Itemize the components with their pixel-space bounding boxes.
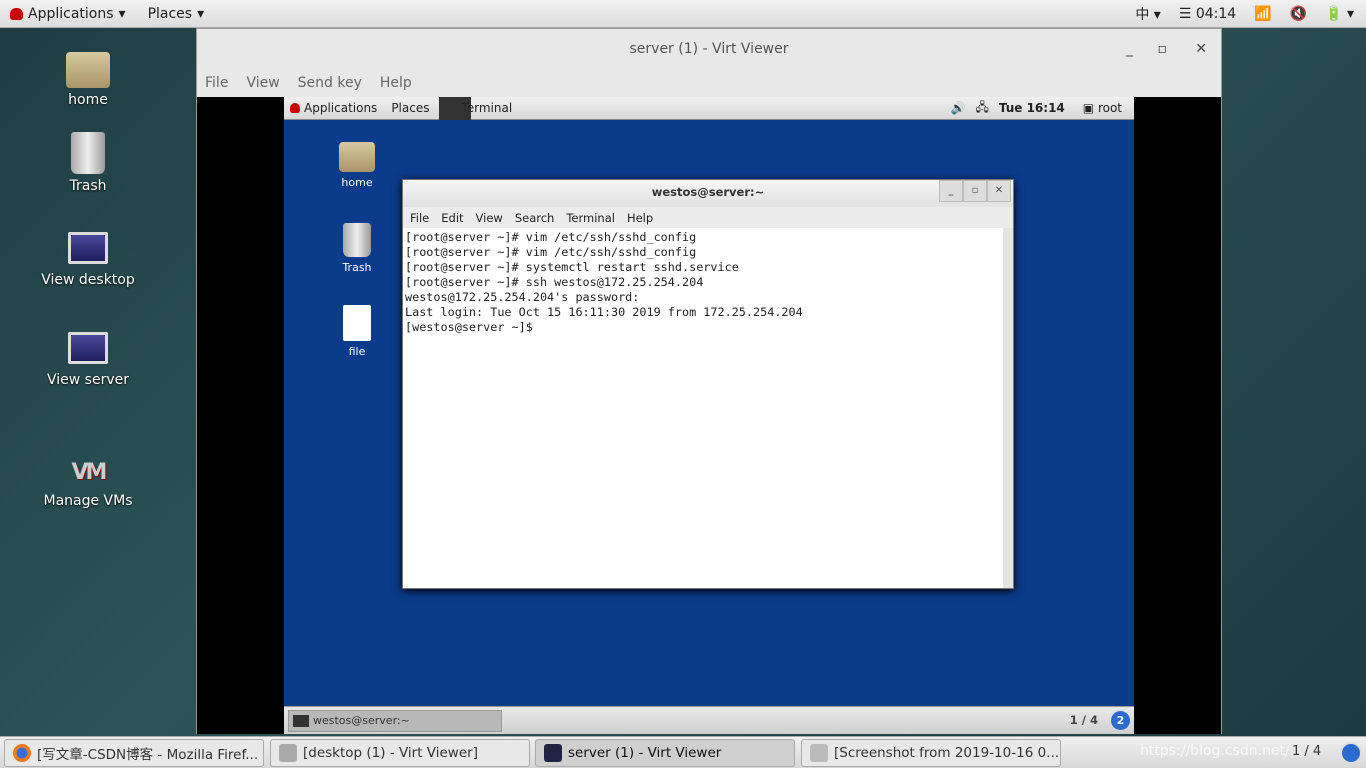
menubar: File View Send key Help (197, 69, 1221, 97)
bottom-taskbar: [写文章-CSDN博客 - Mozilla Firef... [desktop … (0, 736, 1366, 768)
top-panel: Applications ▾ Places ▾ 中 ▾ ☰ 04:14 📶 🔇 🔋 … (0, 0, 1366, 28)
guest-places-menu[interactable]: Places (391, 101, 429, 115)
trash-icon (343, 223, 371, 257)
guest-desktop[interactable]: Applications Places Terminal 🔊 🖧 Tue 16:… (284, 96, 1134, 734)
notification-icon[interactable]: 2 (1111, 711, 1130, 730)
menu-file[interactable]: File (205, 75, 228, 91)
file-icon (343, 305, 371, 341)
minimize-button[interactable]: _ (939, 180, 963, 202)
workspace-indicator[interactable]: 1 / 4 (1292, 744, 1321, 759)
guest-task-terminal[interactable]: westos@server:~ (288, 710, 502, 732)
guest-clock[interactable]: Tue 16:14 (999, 101, 1065, 115)
virt-viewer-window: server (1) - Virt Viewer _ ▫ ✕ File View… (196, 28, 1222, 734)
firefox-icon (13, 744, 31, 762)
menu-view[interactable]: View (476, 211, 503, 225)
input-method[interactable]: 中 ▾ (1135, 4, 1160, 24)
battery-icon[interactable]: 🔋 ▾ (1325, 6, 1354, 22)
minimize-button[interactable]: _ (1126, 29, 1133, 69)
terminal-window: westos@server:~ _ ▫ ✕ File Edit View Searc… (402, 179, 1014, 589)
vm-icon: VM (71, 460, 108, 485)
menu-file[interactable]: File (410, 211, 429, 225)
terminal-output[interactable]: [root@server ~]# vim /etc/ssh/sshd_confi… (403, 228, 1003, 588)
menu-view[interactable]: View (246, 75, 279, 91)
desktop-icon-trash[interactable]: Trash (28, 132, 148, 194)
desktop-icon-view-desktop[interactable]: View desktop (28, 232, 148, 288)
guest-bottom-panel: westos@server:~ 1 / 4 2 (284, 706, 1134, 734)
volume-icon[interactable]: 🔊 (951, 101, 966, 115)
notification-icon[interactable] (1340, 742, 1362, 764)
folder-icon (66, 52, 110, 88)
menu-terminal[interactable]: Terminal (566, 211, 615, 225)
scrollbar[interactable] (1003, 228, 1013, 588)
monitor-icon (68, 332, 108, 364)
network-icon[interactable]: 🖧 (975, 98, 988, 119)
monitor-icon (68, 232, 108, 264)
monitor-icon (544, 744, 562, 762)
menu-help[interactable]: Help (380, 75, 412, 91)
menu-search[interactable]: Search (515, 211, 555, 225)
close-button[interactable]: ✕ (1195, 29, 1207, 69)
task-firefox[interactable]: [写文章-CSDN博客 - Mozilla Firef... (4, 739, 264, 767)
trash-icon (71, 132, 105, 174)
maximize-button[interactable]: ▫ (1158, 29, 1168, 69)
guest-task-terminal[interactable]: Terminal (439, 96, 513, 120)
menu-help[interactable]: Help (627, 211, 653, 225)
menu-edit[interactable]: Edit (441, 211, 463, 225)
task-desktop-viewer[interactable]: [desktop (1) - Virt Viewer] (270, 739, 530, 767)
monitor-icon (279, 744, 297, 762)
vm-display[interactable]: Applications Places Terminal 🔊 🖧 Tue 16:… (197, 96, 1221, 734)
desktop-icon-manage-vms[interactable]: VM Manage VMs (28, 460, 148, 509)
wifi-icon[interactable]: 📶 (1254, 6, 1271, 22)
terminal-titlebar: westos@server:~ _ ▫ ✕ (403, 180, 1013, 207)
guest-icon-file[interactable]: file (317, 305, 397, 358)
workspace-indicator[interactable]: 1 / 4 (1070, 713, 1098, 727)
guest-top-panel: Applications Places Terminal 🔊 🖧 Tue 16:… (284, 96, 1134, 120)
watermark: https://blog.csdn.net/... (1140, 743, 1304, 759)
task-server-viewer[interactable]: server (1) - Virt Viewer (535, 739, 795, 767)
guest-user-menu[interactable]: ▣ root (1083, 101, 1122, 115)
places-menu[interactable]: Places ▾ (148, 6, 205, 22)
task-screenshot[interactable]: [Screenshot from 2019-10-16 0... (801, 739, 1061, 767)
desktop-icon-view-server[interactable]: View server (28, 332, 148, 388)
desktop-icon-home[interactable]: home (28, 52, 148, 108)
folder-icon (339, 142, 375, 172)
terminal-icon (293, 715, 309, 727)
image-viewer-icon (810, 744, 828, 762)
applications-menu[interactable]: Applications ▾ (10, 6, 126, 22)
clock[interactable]: ☰ 04:14 (1179, 6, 1236, 22)
guest-applications-menu[interactable]: Applications (290, 101, 377, 115)
terminal-menubar: File Edit View Search Terminal Help (403, 207, 1013, 228)
window-titlebar: server (1) - Virt Viewer _ ▫ ✕ (197, 29, 1221, 69)
system-tray: 中 ▾ ☰ 04:14 📶 🔇 🔋 ▾ (1135, 0, 1354, 28)
guest-icon-home[interactable]: home (317, 142, 397, 189)
redhat-icon (290, 103, 300, 113)
volume-muted-icon[interactable]: 🔇 (1290, 6, 1307, 22)
guest-icon-trash[interactable]: Trash (317, 223, 397, 274)
maximize-button[interactable]: ▫ (963, 180, 987, 202)
close-button[interactable]: ✕ (987, 180, 1011, 202)
menu-send-key[interactable]: Send key (298, 75, 362, 91)
redhat-icon (10, 7, 23, 20)
